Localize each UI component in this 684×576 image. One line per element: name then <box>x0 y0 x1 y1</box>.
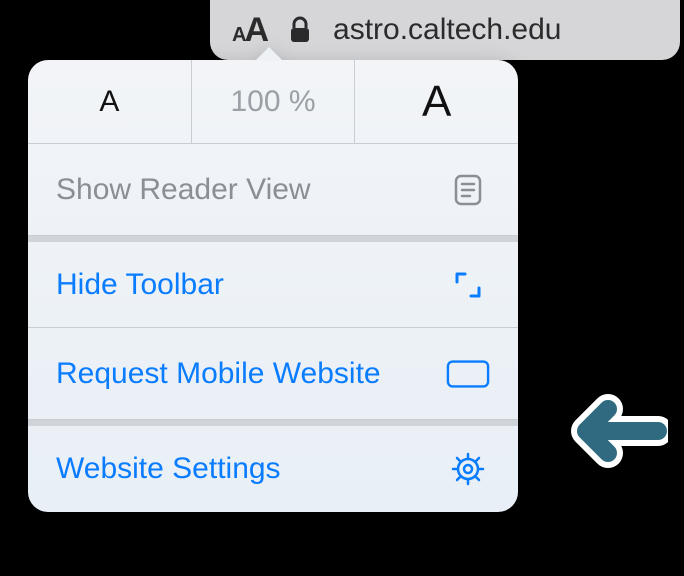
zoom-out-button[interactable]: A <box>28 60 192 143</box>
url-text: astro.caltech.edu <box>333 13 561 47</box>
reader-icon <box>446 173 490 207</box>
zoom-in-button[interactable]: A <box>355 60 518 143</box>
expand-icon <box>446 269 490 301</box>
device-icon <box>446 357 490 391</box>
large-a-icon: A <box>422 77 451 127</box>
page-settings-popover: A 100 % A Show Reader View Hide Toolbar <box>28 60 518 512</box>
request-mobile-website-label: Request Mobile Website <box>56 357 381 391</box>
website-settings-label: Website Settings <box>56 452 281 486</box>
gear-icon <box>446 452 490 486</box>
show-reader-view-label: Show Reader View <box>56 173 311 207</box>
callout-arrow-icon <box>548 386 668 481</box>
hide-toolbar-item[interactable]: Hide Toolbar <box>28 236 518 328</box>
show-reader-view-item: Show Reader View <box>28 144 518 236</box>
zoom-controls: A 100 % A <box>28 60 518 144</box>
zoom-level[interactable]: 100 % <box>192 60 356 143</box>
hide-toolbar-label: Hide Toolbar <box>56 268 224 302</box>
popover-caret <box>255 47 283 61</box>
website-settings-item[interactable]: Website Settings <box>28 420 518 512</box>
lock-icon <box>289 16 311 44</box>
text-size-icon[interactable]: AA <box>232 11 267 50</box>
zoom-value: 100 % <box>230 85 315 119</box>
request-mobile-website-item[interactable]: Request Mobile Website <box>28 328 518 420</box>
small-a-icon: A <box>99 85 119 119</box>
